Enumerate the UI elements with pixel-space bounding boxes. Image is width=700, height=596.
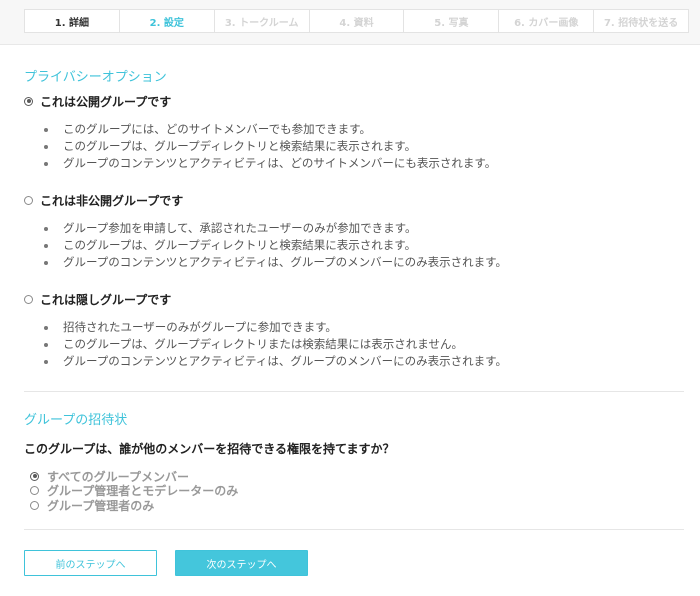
privacy-hidden-details: 招待されたユーザーのみがグループに参加できます。 このグループは、グループディレ… [44,319,674,370]
privacy-hidden-label[interactable]: これは隠しグループです [40,291,171,308]
steps-bar: 1. 詳細 2. 設定 3. トークルーム 4. 資料 5. 写真 6. カバー… [0,0,700,45]
step-settings[interactable]: 2. 設定 [120,10,215,32]
list-item: グループのコンテンツとアクティビティは、グループのメンバーにのみ表示されます。 [44,254,674,271]
invite-admins-mods-radio[interactable] [30,486,39,496]
section-divider [24,529,684,530]
list-item: このグループは、グループディレクトリと検索結果に表示されます。 [44,138,674,155]
privacy-section-title: プライバシーオプション [24,70,167,85]
step-cover-image[interactable]: 6. カバー画像 [499,10,595,32]
step-details[interactable]: 1. 詳細 [25,10,120,32]
privacy-hidden-radio[interactable] [24,294,33,304]
privacy-private-label[interactable]: これは非公開グループです [40,192,183,209]
list-item: このグループは、グループディレクトリまたは検索結果には表示されません。 [44,336,674,353]
step-documents[interactable]: 4. 資料 [310,10,405,32]
step-tabs: 1. 詳細 2. 設定 3. トークルーム 4. 資料 5. 写真 6. カバー… [24,9,689,33]
list-item: グループ参加を申請して、承認されたユーザーのみが参加できます。 [44,220,674,237]
privacy-public-label[interactable]: これは公開グループです [40,93,171,110]
list-item: グループのコンテンツとアクティビティは、グループのメンバーにのみ表示されます。 [44,353,674,370]
step-send-invites[interactable]: 7. 招待状を送る [594,10,688,32]
privacy-public-radio[interactable] [24,96,33,106]
privacy-private-radio[interactable] [24,195,33,205]
privacy-option-private: これは非公開グループです グループ参加を申請して、承認されたユーザーのみが参加で… [24,193,674,271]
privacy-private-details: グループ参加を申請して、承認されたユーザーのみが参加できます。 このグループは、… [44,220,674,271]
invites-question: このグループは、誰が他のメンバーを招待できる権限を持てますか？ [24,442,395,456]
invite-admins-only-radio[interactable] [30,500,39,510]
privacy-option-hidden: これは隠しグループです 招待されたユーザーのみがグループに参加できます。 このグ… [24,292,674,370]
invite-permission-options: すべてのグループメンバー グループ管理者とモデレーターのみ グループ管理者のみ [30,469,238,513]
list-item: このグループには、どのサイトメンバーでも参加できます。 [44,121,674,138]
invites-section-title: グループの招待状 [24,413,128,428]
step-talk-room[interactable]: 3. トークルーム [215,10,310,32]
invite-all-members-radio[interactable] [30,471,39,481]
privacy-public-details: このグループには、どのサイトメンバーでも参加できます。 このグループは、グループ… [44,121,674,172]
next-step-button[interactable]: 次のステップへ [175,550,308,576]
privacy-option-public: これは公開グループです このグループには、どのサイトメンバーでも参加できます。 … [24,94,674,172]
list-item: 招待されたユーザーのみがグループに参加できます。 [44,319,674,336]
invite-admins-only-label[interactable]: グループ管理者のみ [47,497,154,514]
previous-step-button[interactable]: 前のステップへ [24,550,157,576]
list-item: グループのコンテンツとアクティビティは、どのサイトメンバーにも表示されます。 [44,155,674,172]
section-divider [24,391,684,392]
invite-option-admins-only: グループ管理者のみ [30,498,238,513]
step-photos[interactable]: 5. 写真 [404,10,500,32]
list-item: このグループは、グループディレクトリと検索結果に表示されます。 [44,237,674,254]
